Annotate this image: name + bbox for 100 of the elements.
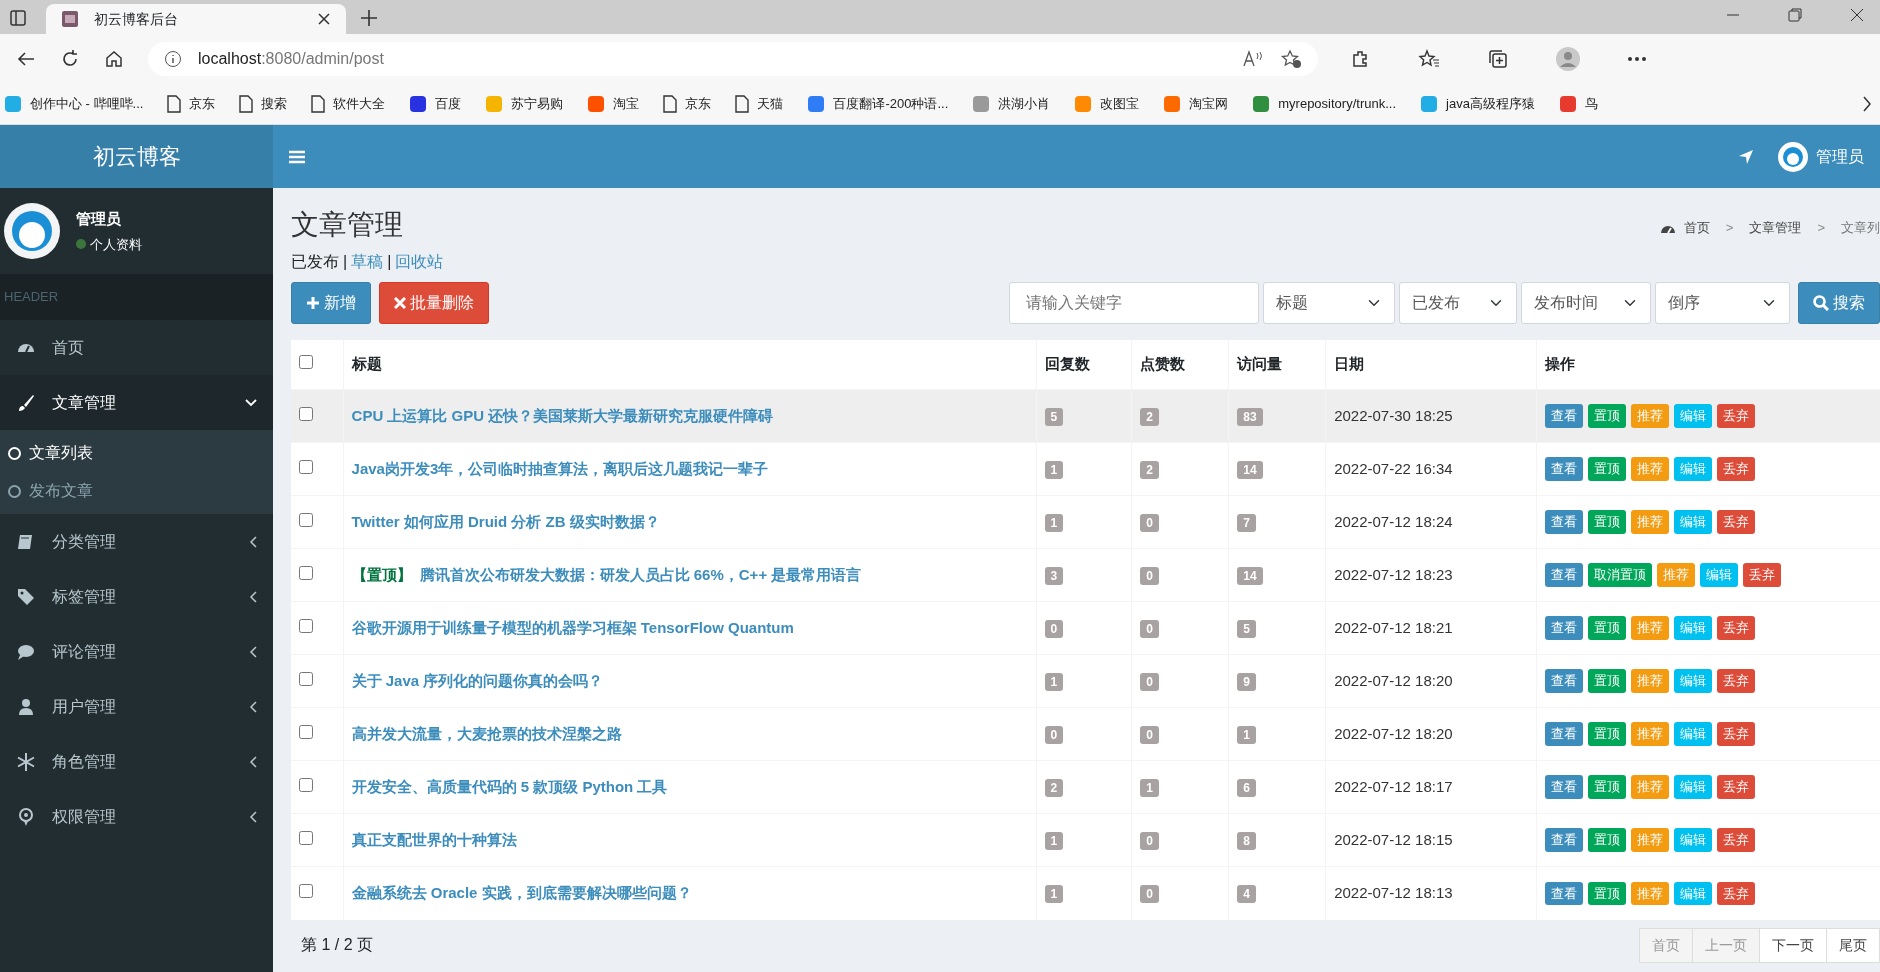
bookmark[interactable]: 京东 [167, 94, 216, 114]
bookmark[interactable]: 淘宝 [587, 94, 640, 114]
action-button[interactable]: 丢弃 [1716, 404, 1755, 428]
row-checkbox[interactable] [299, 512, 313, 527]
action-button[interactable]: 编辑 [1673, 404, 1712, 428]
row-checkbox[interactable] [299, 618, 313, 633]
search-field[interactable]: 请输入关键字 [1009, 281, 1259, 324]
action-button[interactable]: 编辑 [1673, 775, 1712, 799]
bookmark[interactable]: myrepository/trunk... [1252, 94, 1396, 114]
action-button[interactable]: 编辑 [1673, 457, 1712, 481]
action-button[interactable]: 置顶 [1587, 828, 1626, 852]
action-button[interactable]: 丢弃 [1716, 828, 1755, 852]
filter-link[interactable]: 回收站 [395, 249, 444, 274]
tab-actions-icon[interactable] [8, 8, 28, 28]
action-button[interactable]: 推荐 [1630, 616, 1669, 640]
action-button[interactable]: 丢弃 [1716, 510, 1755, 534]
action-button[interactable]: 编辑 [1673, 722, 1712, 746]
navigation-icon[interactable] [1738, 148, 1754, 165]
submenu-item[interactable]: 发布文章 [0, 472, 273, 510]
more-icon[interactable] [1628, 57, 1646, 61]
filter-link[interactable]: 草稿 [351, 249, 384, 274]
action-button[interactable]: 推荐 [1630, 457, 1669, 481]
action-button[interactable]: 推荐 [1630, 828, 1669, 852]
action-button[interactable]: 查看 [1544, 775, 1583, 799]
menu-item[interactable]: 首页 [0, 320, 273, 375]
row-checkbox[interactable] [299, 671, 313, 686]
action-button[interactable]: 编辑 [1673, 881, 1712, 906]
bookmark[interactable]: 苏宁易购 [485, 94, 564, 114]
action-button[interactable]: 置顶 [1587, 510, 1626, 534]
favorite-add-icon[interactable] [1280, 49, 1302, 69]
menu-item[interactable]: 用户管理 [0, 679, 273, 734]
action-button[interactable]: 编辑 [1673, 510, 1712, 534]
breadcrumb-link[interactable]: 文章管理 [1749, 218, 1802, 238]
action-button[interactable]: 置顶 [1587, 669, 1626, 693]
action-button[interactable]: 查看 [1544, 881, 1583, 906]
reload-icon[interactable] [60, 49, 80, 69]
bookmark[interactable]: 洪湖小肖 [972, 94, 1051, 114]
bookmark[interactable]: java高级程序猿 [1420, 94, 1535, 114]
action-button[interactable]: 查看 [1544, 563, 1583, 587]
profile-link[interactable]: 个人资料 [90, 234, 142, 254]
browser-tab[interactable]: 初云博客后台 [46, 4, 346, 34]
profile-icon[interactable] [1556, 47, 1580, 71]
menu-item[interactable]: 权限管理 [0, 789, 273, 844]
action-button[interactable]: 编辑 [1673, 828, 1712, 852]
action-button[interactable]: 推荐 [1630, 775, 1669, 799]
bookmark[interactable]: 京东 [663, 94, 712, 114]
bookmark[interactable]: 创作中心 - 哔哩哔... [4, 94, 144, 114]
action-button[interactable]: 置顶 [1587, 404, 1626, 428]
post-title-link[interactable]: Java岗开发3年，公司临时抽查算法，离职后这几题我记一辈子 [351, 457, 769, 481]
post-title-link[interactable]: 关于 Java 序列化的问题你真的会吗？ [351, 669, 604, 693]
bookmark[interactable]: 搜索 [239, 94, 288, 114]
post-title-link[interactable]: 开发安全、高质量代码的 5 款顶级 Python 工具 [351, 775, 668, 799]
action-button[interactable]: 查看 [1544, 828, 1583, 852]
filter-select[interactable]: 已发布 [1399, 281, 1517, 324]
bookmark[interactable]: 百度 [409, 94, 462, 114]
filter-select[interactable]: 发布时间 [1521, 281, 1651, 324]
post-title-link[interactable]: 腾讯首次公布研发大数据：研发人员占比 66%，C++ 是最常用语言 [419, 563, 862, 587]
filter-select[interactable]: 倒序 [1655, 281, 1790, 324]
pagination-button[interactable]: 下一页 [1759, 927, 1827, 963]
action-button[interactable]: 丢弃 [1716, 457, 1755, 481]
action-button[interactable]: 查看 [1544, 404, 1583, 428]
new-tab-icon[interactable] [360, 9, 378, 27]
favorites-icon[interactable] [1418, 49, 1440, 69]
row-checkbox[interactable] [299, 777, 313, 792]
action-button[interactable]: 推荐 [1656, 563, 1695, 587]
bookmark[interactable]: 百度翻译-200种语... [807, 94, 949, 114]
action-button[interactable]: 推荐 [1630, 404, 1669, 428]
chevron-right-icon[interactable] [1862, 96, 1872, 112]
breadcrumb-link[interactable]: 首页 [1659, 218, 1710, 238]
action-button[interactable]: 丢弃 [1742, 563, 1781, 587]
read-aloud-icon[interactable] [1242, 49, 1264, 69]
bookmark[interactable]: 天猫 [735, 94, 784, 114]
close-icon[interactable] [318, 13, 330, 25]
brand-logo[interactable]: 初云博客 [0, 125, 273, 188]
row-checkbox[interactable] [299, 406, 313, 421]
action-button[interactable]: 丢弃 [1716, 722, 1755, 746]
action-button[interactable]: 置顶 [1587, 775, 1626, 799]
action-button[interactable]: 查看 [1544, 722, 1583, 746]
breadcrumb-link[interactable]: 文章列 [1841, 218, 1880, 238]
menu-item[interactable]: 标签管理 [0, 569, 273, 624]
bookmark[interactable]: 软件大全 [311, 94, 386, 114]
pagination-button[interactable]: 尾页 [1826, 927, 1880, 963]
add-button[interactable]: 新增 [291, 281, 371, 324]
action-button[interactable]: 推荐 [1630, 510, 1669, 534]
batch-delete-button[interactable]: 批量删除 [379, 281, 489, 324]
bookmark[interactable]: 鸟 [1558, 94, 1598, 114]
filter-select[interactable]: 标题 [1263, 281, 1395, 324]
action-button[interactable]: 取消置顶 [1587, 563, 1652, 587]
submenu-item[interactable]: 文章列表 [0, 434, 273, 472]
post-title-link[interactable]: 金融系统去 Oracle 实践，到底需要解决哪些问题？ [351, 882, 692, 905]
action-button[interactable]: 查看 [1544, 669, 1583, 693]
row-checkbox[interactable] [299, 565, 313, 580]
post-title-link[interactable]: 高并发大流量，大麦抢票的技术涅槃之路 [351, 722, 622, 746]
bookmark[interactable]: 淘宝网 [1163, 94, 1229, 114]
menu-icon[interactable] [289, 149, 305, 164]
select-all-checkbox[interactable] [299, 355, 313, 370]
collections-icon[interactable] [1488, 49, 1508, 69]
row-checkbox[interactable] [299, 724, 313, 739]
post-title-link[interactable]: 真正支配世界的十种算法 [351, 828, 517, 852]
post-title-link[interactable]: 谷歌开源用于训练量子模型的机器学习框架 TensorFlow Quantum [351, 616, 794, 640]
